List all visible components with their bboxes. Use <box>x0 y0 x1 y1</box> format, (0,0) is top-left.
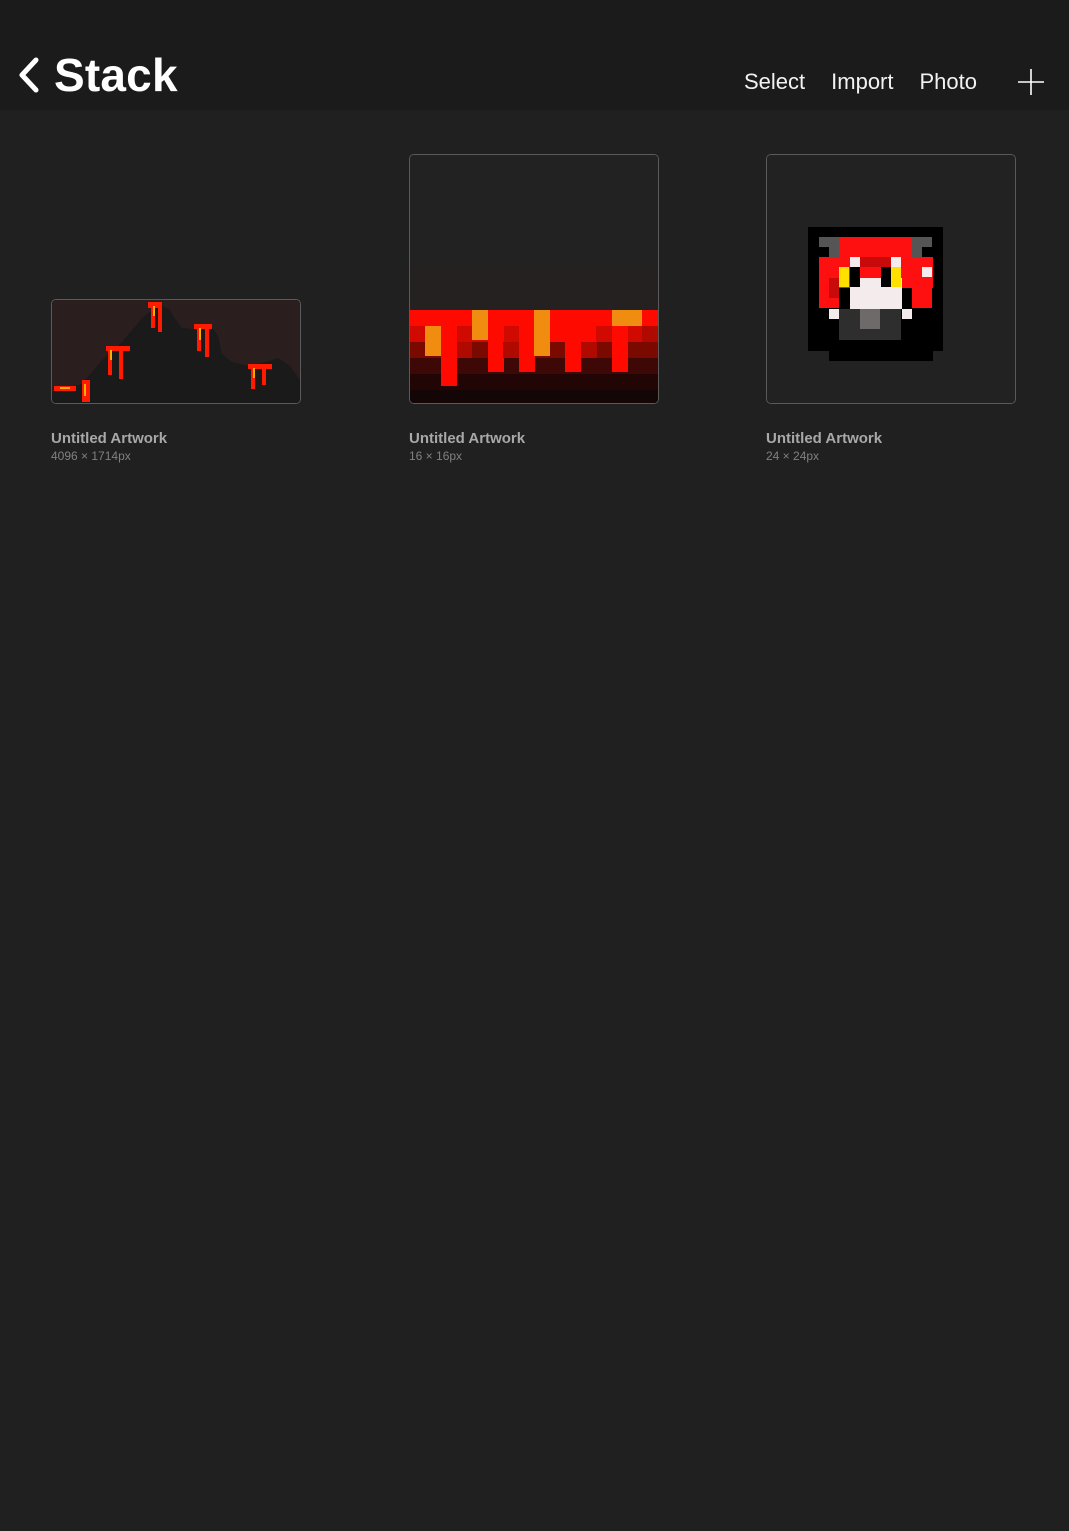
artwork-card[interactable]: Untitled Artwork 16 × 16px <box>409 154 659 464</box>
artwork-dimensions: 16 × 16px <box>409 449 463 463</box>
artwork-thumbnail-slot <box>51 154 301 404</box>
artwork-name: Untitled Artwork <box>409 430 526 447</box>
select-button[interactable]: Select <box>744 64 805 100</box>
back-button[interactable]: Stack <box>16 48 178 102</box>
artwork-thumbnail[interactable] <box>409 154 659 404</box>
import-button[interactable]: Import <box>831 64 893 100</box>
artwork-name: Untitled Artwork <box>51 430 168 447</box>
toolbar: Select Import Photo <box>718 64 1045 100</box>
artwork-thumbnail-slot <box>766 154 1016 404</box>
artwork-dimensions: 24 × 24px <box>766 449 820 463</box>
top-bar: Stack Select Import Photo <box>0 0 1069 110</box>
artwork-name: Untitled Artwork <box>766 430 883 447</box>
chevron-left-icon <box>16 57 42 93</box>
plus-icon[interactable] <box>1017 68 1045 96</box>
photo-button[interactable]: Photo <box>920 64 978 100</box>
artwork-thumbnail[interactable] <box>51 299 301 404</box>
artwork-thumbnail-slot <box>409 154 659 404</box>
artwork-card[interactable]: Untitled Artwork 4096 × 1714px <box>51 154 301 464</box>
artwork-card[interactable]: Untitled Artwork 24 × 24px <box>766 154 1016 464</box>
artwork-thumbnail[interactable] <box>766 154 1016 404</box>
stack-title: Stack <box>54 49 178 101</box>
artwork-dimensions: 4096 × 1714px <box>51 449 131 463</box>
